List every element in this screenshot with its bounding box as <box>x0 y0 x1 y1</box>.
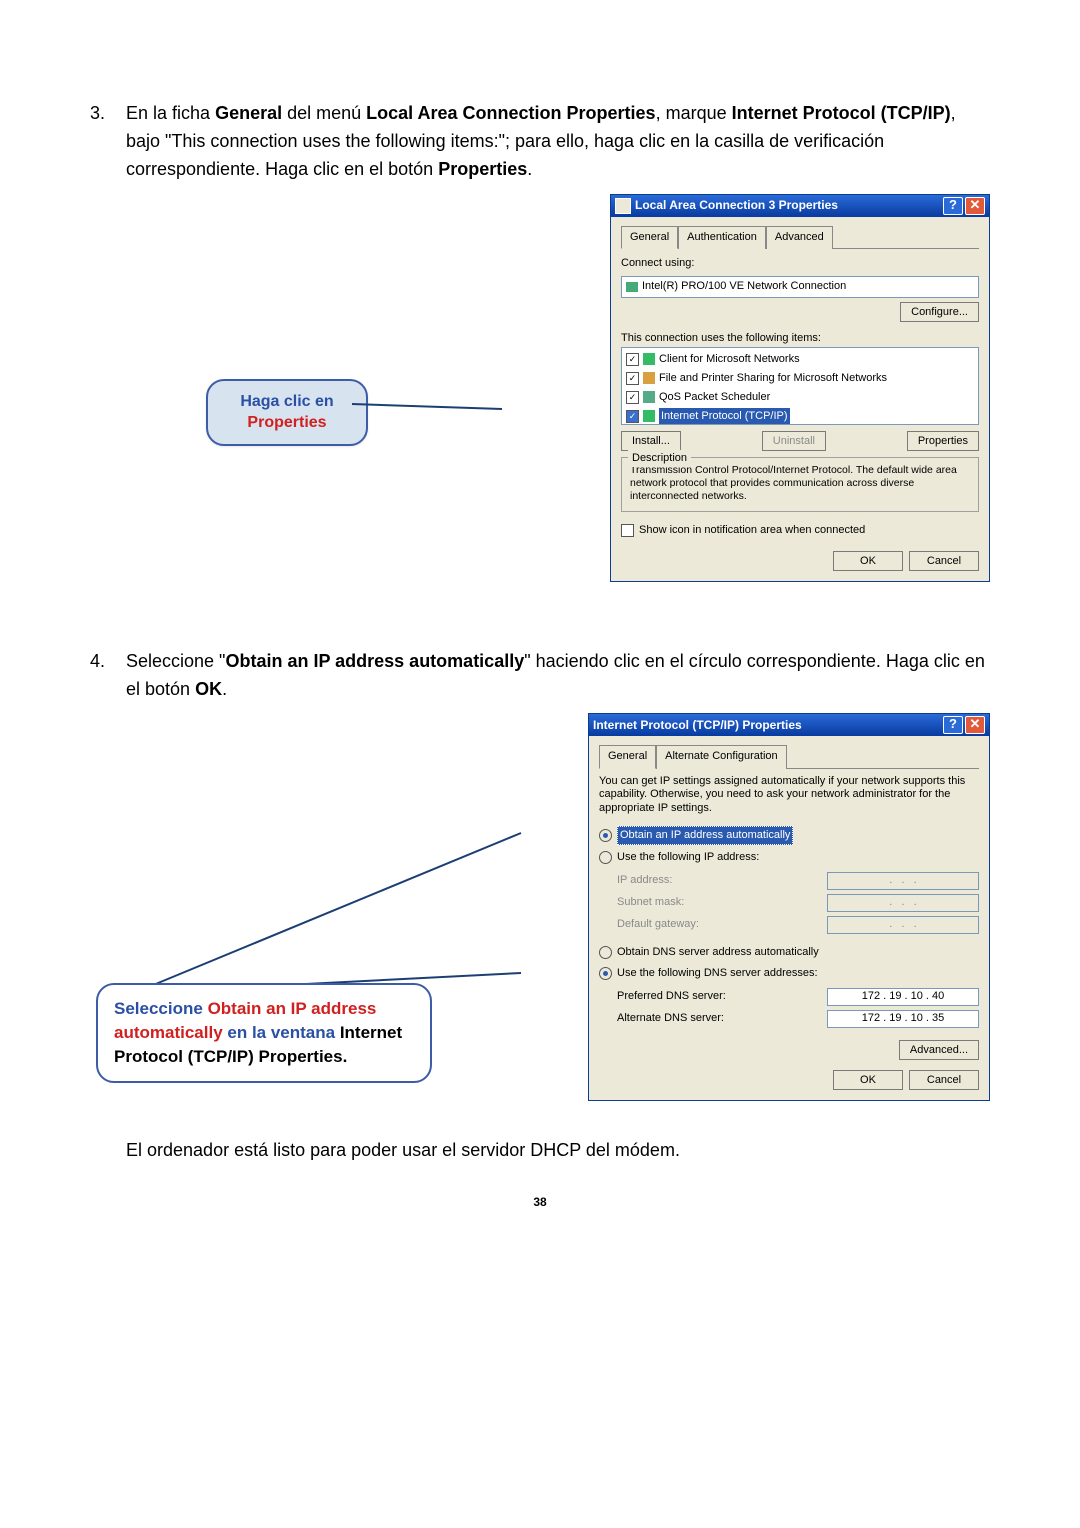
network-adapter-icon <box>626 282 638 292</box>
items-listbox[interactable]: Client for Microsoft Networks File and P… <box>621 347 979 425</box>
configure-button[interactable]: Configure... <box>900 302 979 322</box>
pref-dns-field[interactable]: 172 . 19 . 10 . 40 <box>827 988 979 1006</box>
callout-obtain-ip: Seleccione Obtain an IP address automati… <box>96 983 432 1082</box>
uninstall-button: Uninstall <box>762 431 826 451</box>
connector-line-1 <box>352 389 506 419</box>
radio-use-ip[interactable]: Use the following IP address: <box>599 847 979 868</box>
label-show-icon: Show icon in notification area when conn… <box>639 522 865 539</box>
adapter-field: Intel(R) PRO/100 VE Network Connection <box>621 276 979 298</box>
step-4-number: 4. <box>90 648 105 676</box>
callout-line1: Haga clic en <box>240 393 333 410</box>
help-button[interactable]: ? <box>943 716 963 734</box>
client-icon <box>643 353 655 365</box>
page-number: 38 <box>90 1195 990 1209</box>
subnet-field: . . . <box>827 894 979 912</box>
install-button[interactable]: Install... <box>621 431 681 451</box>
radio-icon[interactable] <box>599 829 612 842</box>
tcpip-icon <box>643 410 655 422</box>
close-button[interactable]: ✕ <box>965 197 985 215</box>
list-item-tcpip[interactable]: Internet Protocol (TCP/IP) <box>624 407 976 425</box>
figure-2: Seleccione Obtain an IP address automati… <box>126 713 990 1113</box>
radio-obtain-ip[interactable]: Obtain an IP address automatically <box>599 824 979 847</box>
ip-address-field: . . . <box>827 872 979 890</box>
properties-button[interactable]: Properties <box>907 431 979 451</box>
qos-icon <box>643 391 655 403</box>
radio-obtain-dns[interactable]: Obtain DNS server address automatically <box>599 942 979 963</box>
dialog1-title: Local Area Connection 3 Properties <box>635 196 838 215</box>
description-text: Transmission Control Protocol/Internet P… <box>630 464 970 503</box>
label-subnet: Subnet mask: <box>617 894 684 911</box>
list-item[interactable]: QoS Packet Scheduler <box>624 388 976 407</box>
checkbox-icon[interactable] <box>626 353 639 366</box>
ok-button[interactable]: OK <box>833 551 903 571</box>
description-group: Description Transmission Control Protoco… <box>621 457 979 512</box>
list-item[interactable]: File and Printer Sharing for Microsoft N… <box>624 369 976 388</box>
list-item[interactable]: Client for Microsoft Networks <box>624 350 976 369</box>
radio-icon[interactable] <box>599 967 612 980</box>
adapter-name: Intel(R) PRO/100 VE Network Connection <box>642 278 846 295</box>
step-3-text: En la ficha General del menú Local Area … <box>126 103 956 179</box>
label-connect-using: Connect using: <box>621 255 979 272</box>
radio-icon[interactable] <box>599 851 612 864</box>
alt-dns-field[interactable]: 172 . 19 . 10 . 35 <box>827 1010 979 1028</box>
description-legend: Description <box>628 450 691 467</box>
ok-button[interactable]: OK <box>833 1070 903 1090</box>
dialog-tcpip-properties: Internet Protocol (TCP/IP) Properties ? … <box>588 713 990 1100</box>
label-alt-dns: Alternate DNS server: <box>617 1010 724 1027</box>
help-button[interactable]: ? <box>943 197 963 215</box>
connector-line-2 <box>96 733 526 993</box>
step-4: 4. Seleccione "Obtain an IP address auto… <box>90 648 990 1114</box>
dialog1-tabs: General Authentication Advanced <box>621 225 979 249</box>
step-3: 3. En la ficha General del menú Local Ar… <box>90 100 990 624</box>
checkbox-icon[interactable] <box>626 410 639 423</box>
figure-1: Haga clic en Properties Local Area Conne… <box>126 194 990 624</box>
dialog-lac-properties: Local Area Connection 3 Properties ? ✕ G… <box>610 194 990 583</box>
tab-alt-config[interactable]: Alternate Configuration <box>656 745 787 768</box>
cancel-button[interactable]: Cancel <box>909 1070 979 1090</box>
tab-general[interactable]: General <box>621 226 678 249</box>
tab-advanced[interactable]: Advanced <box>766 226 833 249</box>
tab-general[interactable]: General <box>599 745 656 768</box>
dialog2-titlebar[interactable]: Internet Protocol (TCP/IP) Properties ? … <box>589 714 989 736</box>
dialog2-title: Internet Protocol (TCP/IP) Properties <box>593 716 802 735</box>
label-gateway: Default gateway: <box>617 916 699 933</box>
show-icon-checkbox[interactable] <box>621 524 634 537</box>
callout-properties: Haga clic en Properties <box>206 379 368 446</box>
tab-authentication[interactable]: Authentication <box>678 226 766 249</box>
callout-line2: Properties <box>247 414 326 431</box>
dialog1-titlebar[interactable]: Local Area Connection 3 Properties ? ✕ <box>611 195 989 217</box>
radio-icon[interactable] <box>599 946 612 959</box>
closing-text: El ordenador está listo para poder usar … <box>90 1137 990 1165</box>
step-3-number: 3. <box>90 100 105 128</box>
advanced-button[interactable]: Advanced... <box>899 1040 979 1060</box>
step-4-text: Seleccione "Obtain an IP address automat… <box>126 651 985 699</box>
label-ip-address: IP address: <box>617 872 672 889</box>
checkbox-icon[interactable] <box>626 391 639 404</box>
checkbox-icon[interactable] <box>626 372 639 385</box>
dialog2-tabs: General Alternate Configuration <box>599 744 979 768</box>
label-pref-dns: Preferred DNS server: <box>617 988 726 1005</box>
label-uses-items: This connection uses the following items… <box>621 330 979 347</box>
window-icon <box>615 198 631 214</box>
close-button[interactable]: ✕ <box>965 716 985 734</box>
file-share-icon <box>643 372 655 384</box>
intro-text: You can get IP settings assigned automat… <box>599 775 979 816</box>
gateway-field: . . . <box>827 916 979 934</box>
cancel-button[interactable]: Cancel <box>909 551 979 571</box>
radio-use-dns[interactable]: Use the following DNS server addresses: <box>599 963 979 984</box>
